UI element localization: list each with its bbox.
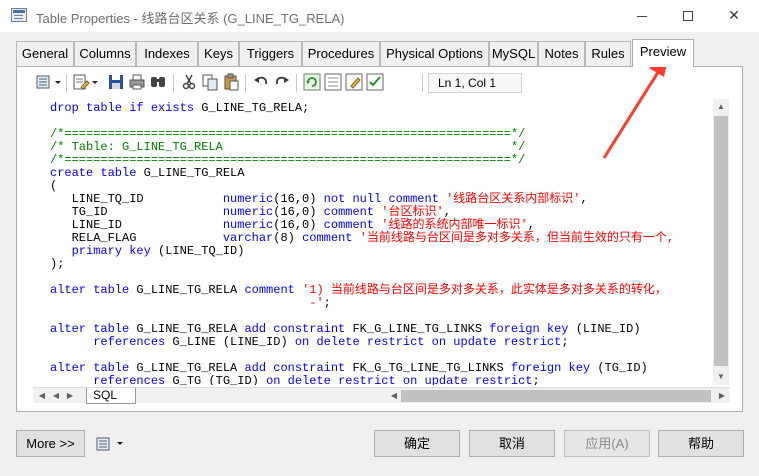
- apply-button[interactable]: 应用(A): [564, 430, 650, 457]
- sql-editor[interactable]: drop table if exists G_LINE_TG_RELA; /*=…: [35, 99, 731, 385]
- refresh-icon[interactable]: [303, 73, 321, 91]
- toolbar-separator: [422, 74, 423, 92]
- paste-icon[interactable]: [222, 73, 240, 91]
- find-icon[interactable]: [149, 73, 167, 91]
- cursor-position: Ln 1, Col 1: [428, 73, 522, 93]
- toolbar-separator: [245, 74, 246, 92]
- first-sheet-icon[interactable]: ◀: [35, 389, 49, 403]
- tab-general[interactable]: General: [16, 41, 74, 66]
- tab-indexes[interactable]: Indexes: [136, 41, 198, 66]
- edit-icon[interactable]: [345, 73, 363, 91]
- toolbar-separator: [296, 74, 297, 92]
- checklist-icon[interactable]: [366, 73, 384, 91]
- table-properties-icon: [11, 8, 27, 22]
- sql-code[interactable]: drop table if exists G_LINE_TG_RELA; /*=…: [35, 99, 731, 386]
- properties-icon[interactable]: [72, 73, 90, 91]
- scroll-down-icon[interactable]: ▼: [713, 369, 729, 385]
- prev-sheet-icon[interactable]: ◀: [49, 389, 63, 403]
- vertical-scrollbar[interactable]: ▲ ▼: [713, 99, 729, 385]
- dropdown-icon[interactable]: [53, 73, 63, 91]
- tab-triggers[interactable]: Triggers: [239, 41, 302, 66]
- undo-icon[interactable]: [252, 73, 270, 91]
- window-title: Table Properties - 线路台区关系 (G_LINE_TG_REL…: [36, 11, 345, 26]
- redo-icon[interactable]: [273, 73, 291, 91]
- help-button[interactable]: 帮助: [658, 430, 744, 457]
- save-icon[interactable]: [107, 73, 125, 91]
- scroll-left-icon[interactable]: ◀: [387, 389, 401, 403]
- horizontal-scroll-thumb[interactable]: [401, 390, 711, 402]
- more-button[interactable]: More >>: [16, 430, 85, 457]
- cancel-button[interactable]: 取消: [469, 430, 555, 457]
- tab-notes[interactable]: Notes: [538, 41, 585, 66]
- script-options-icon[interactable]: [35, 73, 53, 91]
- scroll-right-icon[interactable]: ▶: [715, 389, 729, 403]
- print-icon[interactable]: [128, 73, 146, 91]
- preview-panel: Ln 1, Col 1 drop table if exists G_LINE_…: [16, 66, 743, 412]
- tab-columns[interactable]: Columns: [74, 41, 136, 66]
- tab-physical-options[interactable]: Physical Options: [380, 41, 489, 66]
- tab-mysql[interactable]: MySQL: [489, 41, 538, 66]
- tab-preview[interactable]: Preview: [632, 39, 694, 67]
- title-bar: Table Properties - 线路台区关系 (G_LINE_TG_REL…: [0, 0, 759, 32]
- tab-keys[interactable]: Keys: [198, 41, 239, 66]
- tab-rules[interactable]: Rules: [585, 41, 631, 66]
- next-sheet-icon[interactable]: ▶: [63, 389, 77, 403]
- editor-bottom-bar: ◀ ◀ ▶ SQL ◀ ▶: [33, 387, 730, 404]
- close-icon: ✕: [728, 7, 740, 23]
- toolbar-separator: [173, 74, 174, 92]
- close-button[interactable]: ✕: [711, 0, 757, 30]
- cut-icon[interactable]: [180, 73, 198, 91]
- dropdown-icon[interactable]: [115, 435, 125, 453]
- maximize-icon: [683, 11, 693, 22]
- tick-icon[interactable]: [324, 73, 342, 91]
- script-options-icon[interactable]: [95, 435, 113, 453]
- tab-procedures[interactable]: Procedures: [302, 41, 380, 66]
- ok-button[interactable]: 确定: [374, 430, 460, 457]
- copy-icon[interactable]: [201, 73, 219, 91]
- toolbar-separator: [66, 74, 67, 92]
- scroll-up-icon[interactable]: ▲: [713, 99, 729, 115]
- minimize-button[interactable]: [619, 0, 665, 30]
- sql-tab[interactable]: SQL: [86, 388, 136, 404]
- maximize-button[interactable]: [665, 0, 711, 30]
- horizontal-scrollbar[interactable]: ◀ ▶: [387, 389, 729, 403]
- minimize-icon: [637, 15, 647, 17]
- dropdown-icon[interactable]: [90, 73, 100, 91]
- vertical-scroll-thumb[interactable]: [714, 116, 728, 366]
